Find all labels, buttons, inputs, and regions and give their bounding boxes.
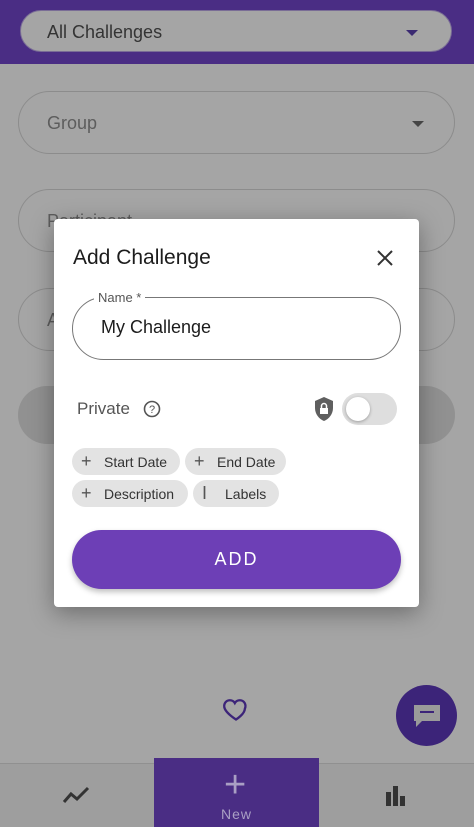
- chip-label: Labels: [225, 486, 267, 502]
- add-challenge-dialog: Add Challenge Name * Private ? + Start D…: [54, 219, 419, 607]
- plus-icon: +: [81, 483, 92, 503]
- help-icon[interactable]: ?: [143, 400, 161, 418]
- toggle-knob: [346, 397, 370, 421]
- challenge-filter-label: All Challenges: [47, 22, 163, 42]
- svg-text:?: ?: [149, 404, 155, 416]
- chat-icon: [414, 705, 440, 727]
- end-date-chip[interactable]: + End Date: [185, 448, 286, 475]
- dialog-title: Add Challenge: [73, 246, 211, 269]
- text-cursor-icon: I: [202, 483, 208, 503]
- app-header: All Challenges: [0, 0, 474, 64]
- name-label: Name *: [94, 290, 146, 305]
- group-select[interactable]: Group: [18, 91, 455, 154]
- shield-lock-icon: [315, 397, 333, 421]
- bar-chart-icon[interactable]: [384, 784, 408, 808]
- chip-label: Description: [104, 486, 175, 502]
- private-label: Private: [77, 399, 130, 418]
- close-icon[interactable]: [374, 247, 396, 269]
- add-button[interactable]: ADD: [72, 530, 401, 589]
- challenge-filter-select[interactable]: All Challenges: [20, 10, 452, 52]
- trending-icon[interactable]: [62, 784, 90, 806]
- description-chip[interactable]: + Description: [72, 480, 188, 507]
- plus-icon: +: [224, 764, 247, 806]
- private-toggle[interactable]: [342, 393, 397, 425]
- bottom-navigation: + New: [0, 758, 474, 827]
- name-input[interactable]: [99, 316, 373, 339]
- feedback-chat-button[interactable]: [396, 685, 457, 746]
- plus-icon: +: [81, 451, 92, 471]
- start-date-chip[interactable]: + Start Date: [72, 448, 180, 475]
- nav-new-label: New: [220, 806, 252, 822]
- nav-new-button[interactable]: + New: [154, 758, 319, 827]
- labels-chip[interactable]: I Labels: [193, 480, 279, 507]
- chip-label: End Date: [217, 454, 276, 470]
- chip-label: Start Date: [104, 454, 168, 470]
- chevron-down-icon: [412, 121, 424, 127]
- heart-icon[interactable]: [222, 695, 250, 723]
- name-field[interactable]: [72, 297, 401, 360]
- group-label: Group: [47, 113, 98, 133]
- plus-icon: +: [194, 451, 205, 471]
- chevron-down-icon: [406, 30, 418, 36]
